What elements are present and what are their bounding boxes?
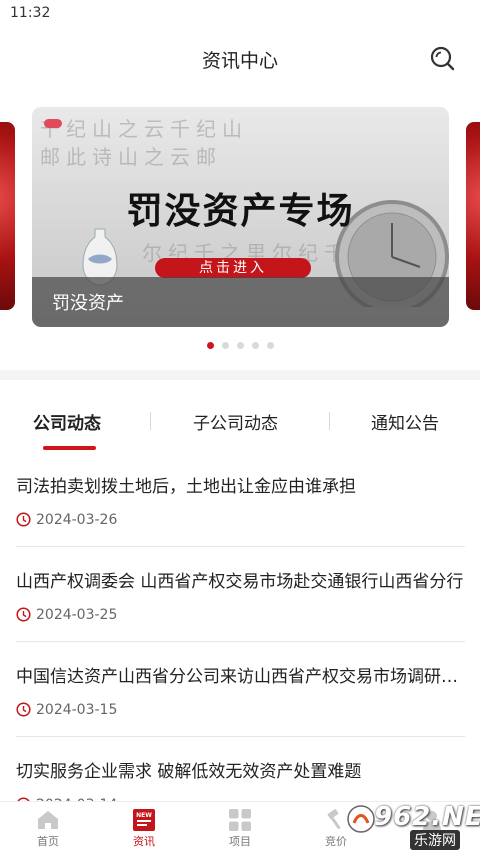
banner-enter-button[interactable]: 点击进入 — [155, 258, 311, 278]
page-title: 资讯中心 — [201, 50, 278, 72]
carousel-next-slide[interactable] — [466, 122, 480, 310]
news-item[interactable]: 中国信达资产山西省分公司来访山西省产权交易市场调研交流 2024-03-15 — [16, 642, 465, 737]
search-button[interactable] — [428, 44, 458, 74]
tabbar-item-projects[interactable]: 项目 — [192, 802, 288, 853]
banner-caption: 罚没资产 — [52, 293, 124, 314]
tab-subsidiary-news[interactable]: 子公司动态 — [193, 409, 278, 434]
carousel-dot[interactable] — [266, 342, 274, 349]
carousel-active-slide[interactable]: 千纪山之云千纪山 邮此诗山之云邮 尔纪千之里尔纪千 罚没资产专场 点击进入 罚没… — [32, 107, 449, 327]
news-item[interactable]: 山西产权调委会 山西省产权交易市场赴交通银行山西省分行 2024-03-25 — [16, 547, 465, 642]
site-watermark: 962.NET 乐游网 — [340, 800, 480, 853]
watermark-logo-icon — [347, 805, 375, 833]
carousel-dot[interactable] — [221, 342, 229, 349]
status-time: 11:32 — [10, 5, 51, 21]
tabbar-item-home[interactable]: 首页 — [0, 802, 96, 853]
tab-separator — [329, 412, 330, 430]
svg-text:NEW: NEW — [136, 812, 152, 819]
news-date: 2024-03-25 — [36, 607, 118, 623]
status-bar: 11:32 — [0, 0, 480, 28]
tabbar-item-news[interactable]: NEW 资讯 — [96, 802, 192, 853]
tabbar-label: 资讯 — [133, 835, 155, 848]
banner-calligraphy: 邮此诗山之云邮 — [40, 145, 222, 169]
clock-icon — [16, 702, 31, 717]
banner-carousel[interactable]: 千纪山之云千纪山 邮此诗山之云邮 尔纪千之里尔纪千 罚没资产专场 点击进入 罚没… — [0, 90, 480, 370]
news-date: 2024-03-15 — [36, 702, 118, 718]
header: 资讯中心 — [0, 28, 480, 90]
news-icon: NEW — [133, 809, 155, 831]
active-tab-indicator — [43, 446, 96, 450]
grid-icon — [229, 809, 251, 831]
carousel-dot[interactable] — [206, 342, 214, 349]
clock-icon — [16, 607, 31, 622]
search-icon — [430, 46, 455, 71]
news-title: 山西产权调委会 山西省产权交易市场赴交通银行山西省分行 — [16, 572, 464, 592]
banner-badge — [44, 119, 62, 128]
watermark-sub: 乐游网 — [410, 830, 460, 850]
banner-caption-bar: 罚没资产 — [32, 277, 449, 327]
tab-company-news[interactable]: 公司动态 — [33, 409, 101, 434]
home-icon — [38, 811, 58, 829]
tab-notices[interactable]: 通知公告 — [371, 409, 439, 434]
tab-separator — [150, 412, 151, 430]
tabbar-label: 项目 — [229, 835, 251, 848]
news-item[interactable]: 司法拍卖划拨土地后，土地出让金应由谁承担 2024-03-26 — [16, 452, 465, 547]
news-date: 2024-03-26 — [36, 512, 118, 528]
banner-headline: 罚没资产专场 — [126, 190, 355, 232]
news-title: 切实服务企业需求 破解低效无效资产处置难题 — [16, 762, 362, 782]
section-divider — [0, 370, 480, 380]
news-title: 中国信达资产山西省分公司来访山西省产权交易市场调研交流 — [16, 667, 465, 687]
news-tabs: 公司动态 子公司动态 通知公告 — [0, 380, 480, 452]
carousel-dot[interactable] — [251, 342, 259, 349]
carousel-prev-slide[interactable] — [0, 122, 15, 310]
tabbar-label: 首页 — [37, 835, 59, 848]
carousel-dot[interactable] — [236, 342, 244, 349]
clock-icon — [16, 512, 31, 527]
news-title: 司法拍卖划拨土地后，土地出让金应由谁承担 — [16, 477, 356, 497]
carousel-indicator — [0, 342, 480, 352]
banner-calligraphy: 千纪山之云千纪山 — [40, 117, 248, 141]
watermark-brand: 962.NET — [374, 802, 480, 832]
